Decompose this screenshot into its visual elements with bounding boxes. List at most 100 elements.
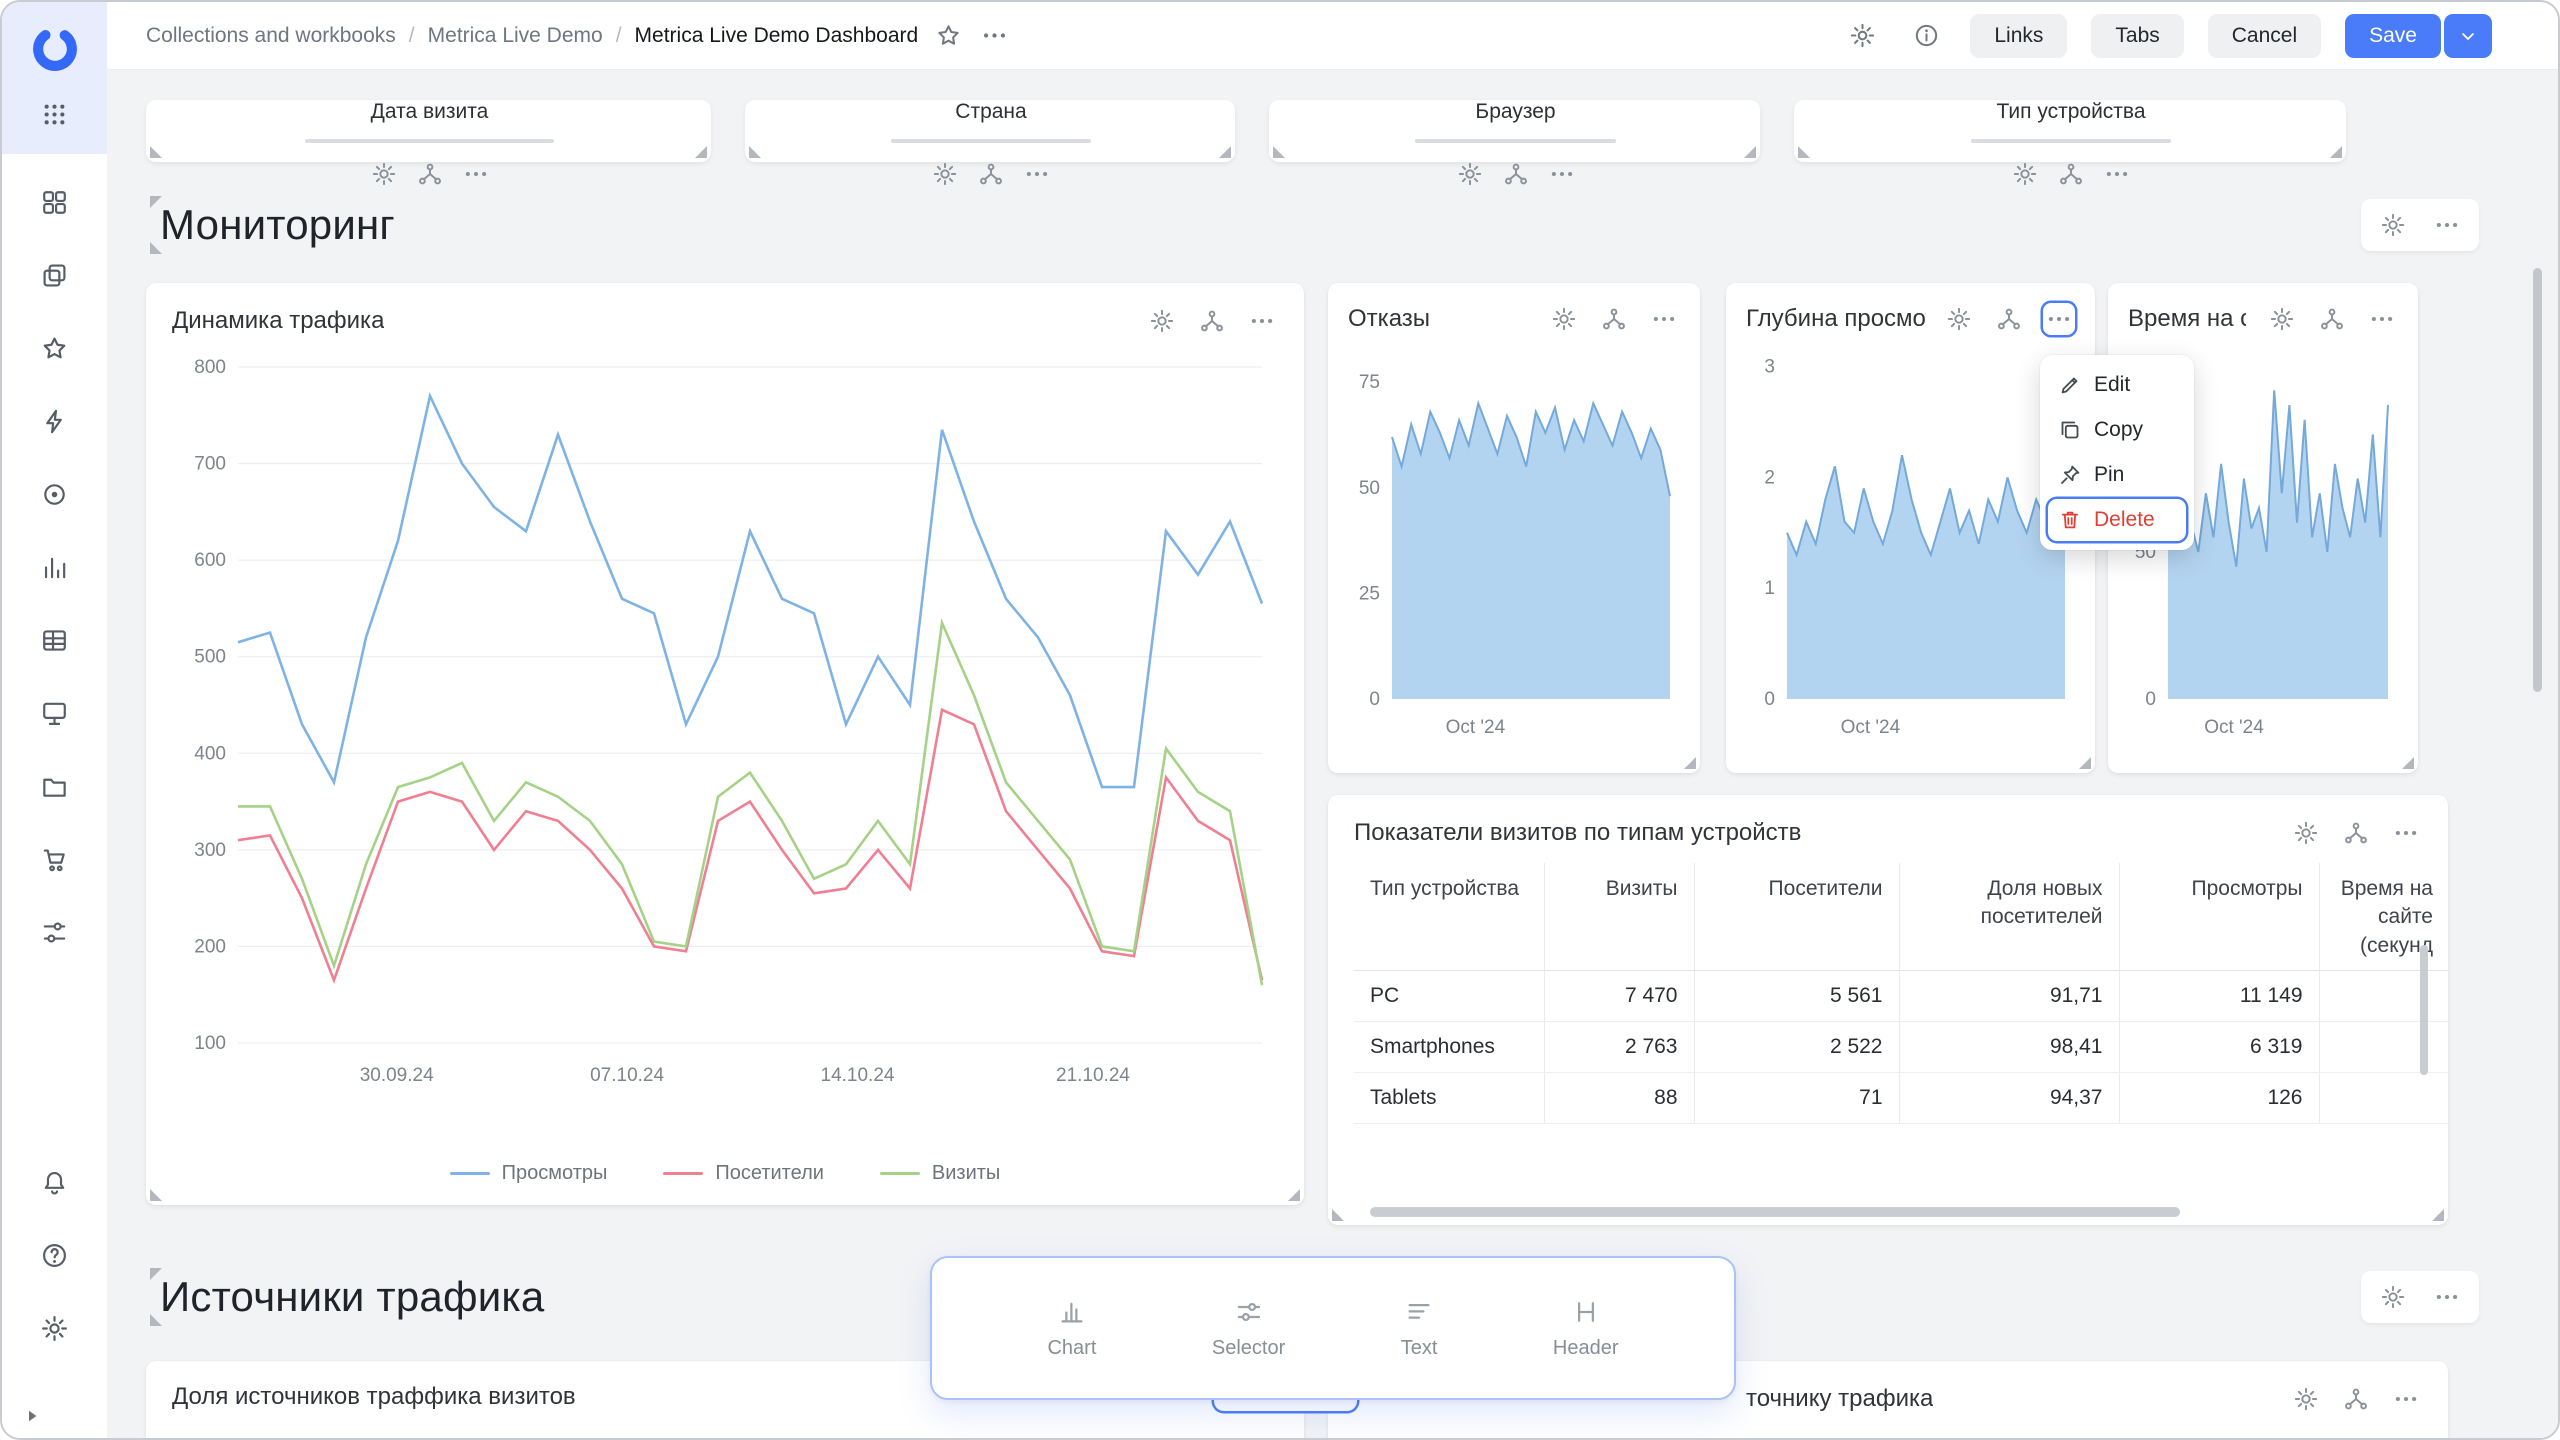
more-options-icon[interactable]	[460, 158, 492, 190]
resize-handle[interactable]	[1288, 1189, 1300, 1201]
horizontal-scrollbar[interactable]	[1370, 1207, 2180, 1217]
relations-icon[interactable]	[1500, 158, 1532, 190]
menu-item-delete[interactable]: Delete	[2048, 499, 2186, 541]
more-options-icon[interactable]	[1246, 305, 1278, 337]
breadcrumb-item[interactable]: Metrica Live Demo	[428, 24, 603, 48]
sidebar-monitoring-icon[interactable]	[31, 470, 79, 518]
dock-header-button[interactable]: Header	[1553, 1297, 1619, 1360]
resize-handle[interactable]	[150, 1189, 162, 1201]
links-button[interactable]: Links	[1970, 14, 2067, 58]
relations-icon[interactable]	[1993, 303, 2025, 335]
sidebar-datasets-icon[interactable]	[31, 616, 79, 664]
relations-icon[interactable]	[2340, 817, 2372, 849]
sidebar-charts-icon[interactable]	[31, 543, 79, 591]
legend-item[interactable]: Просмотры	[450, 1162, 608, 1185]
sidebar-collections-icon[interactable]	[31, 251, 79, 299]
gear-icon[interactable]	[2377, 209, 2409, 241]
gear-icon[interactable]	[368, 158, 400, 190]
more-options-icon[interactable]	[2043, 303, 2075, 335]
legend-item[interactable]: Визиты	[880, 1162, 1000, 1185]
resize-handle[interactable]	[2079, 757, 2091, 769]
gear-icon[interactable]	[1454, 158, 1486, 190]
info-icon[interactable]	[1906, 16, 1946, 56]
dock-chart-button[interactable]: Chart	[1047, 1297, 1096, 1360]
relations-icon[interactable]	[414, 158, 446, 190]
sidebar-help-icon[interactable]	[31, 1231, 79, 1279]
gear-icon[interactable]	[2266, 303, 2298, 335]
bounces-chart[interactable]: 0255075Oct '24	[1348, 341, 1680, 743]
resize-handle[interactable]	[1744, 146, 1756, 158]
resize-handle[interactable]	[150, 146, 162, 158]
resize-handle[interactable]	[150, 196, 162, 208]
more-options-icon[interactable]	[974, 16, 1014, 56]
table-header-cell[interactable]: Просмотры	[2119, 863, 2319, 971]
sidebar-presentations-icon[interactable]	[31, 689, 79, 737]
resize-handle[interactable]	[2402, 757, 2414, 769]
section-title-widget[interactable]: Источники трафика	[146, 1264, 570, 1330]
filter-value-box[interactable]: No selected values	[891, 139, 1092, 143]
relations-icon[interactable]	[1196, 305, 1228, 337]
tabs-button[interactable]: Tabs	[2091, 14, 2183, 58]
gear-icon[interactable]	[2377, 1281, 2409, 1313]
relations-icon[interactable]	[2055, 158, 2087, 190]
resize-handle[interactable]	[1332, 1209, 1344, 1221]
table-header-cell[interactable]: Визиты	[1544, 863, 1694, 971]
gear-icon[interactable]	[1146, 305, 1178, 337]
filter-value-box[interactable]: No selected values	[1415, 139, 1616, 143]
resize-handle[interactable]	[695, 146, 707, 158]
menu-item-copy[interactable]: Copy	[2048, 409, 2186, 451]
more-options-icon[interactable]	[2431, 209, 2463, 241]
more-options-icon[interactable]	[2101, 158, 2133, 190]
table-header-cell[interactable]: Тип устройства	[1354, 863, 1544, 971]
gear-icon[interactable]	[2290, 1383, 2322, 1415]
resize-handle[interactable]	[749, 146, 761, 158]
table-header-cell[interactable]: Доля новых посетителей	[1899, 863, 2119, 971]
gear-icon[interactable]	[929, 158, 961, 190]
more-options-icon[interactable]	[1021, 158, 1053, 190]
page-scrollbar[interactable]	[2533, 268, 2542, 692]
sidebar-services-icon[interactable]	[31, 908, 79, 956]
relations-icon[interactable]	[2340, 1383, 2372, 1415]
section-title-widget[interactable]: Мониторинг	[146, 192, 421, 258]
save-dropdown-chevron-icon[interactable]	[2444, 14, 2492, 58]
resize-handle[interactable]	[1219, 146, 1231, 158]
datalens-logo[interactable]	[28, 22, 82, 76]
vertical-scrollbar[interactable]	[2420, 945, 2428, 1075]
sidebar-actions-icon[interactable]	[31, 397, 79, 445]
more-options-icon[interactable]	[2390, 817, 2422, 849]
traffic-dynamics-chart[interactable]: 10020030040050060070080030.09.2407.10.24…	[174, 349, 1276, 1091]
resize-handle[interactable]	[2432, 1209, 2444, 1221]
sidebar-settings-icon[interactable]	[31, 1304, 79, 1352]
menu-item-pin[interactable]: Pin	[2048, 454, 2186, 496]
more-options-icon[interactable]	[2366, 303, 2398, 335]
sidebar-dashboards-icon[interactable]	[31, 178, 79, 226]
sidebar-expand-icon[interactable]	[20, 1404, 44, 1428]
sidebar-notifications-icon[interactable]	[31, 1158, 79, 1206]
relations-icon[interactable]	[2316, 303, 2348, 335]
more-options-icon[interactable]	[1648, 303, 1680, 335]
dock-text-button[interactable]: Text	[1401, 1297, 1438, 1360]
sidebar-storage-icon[interactable]	[31, 762, 79, 810]
more-options-icon[interactable]	[1546, 158, 1578, 190]
resize-handle[interactable]	[1273, 146, 1285, 158]
gear-icon[interactable]	[1943, 303, 1975, 335]
gear-icon[interactable]	[1548, 303, 1580, 335]
table-header-cell[interactable]: Время на сайте (секунд	[2319, 863, 2448, 971]
more-options-icon[interactable]	[2390, 1383, 2422, 1415]
relations-icon[interactable]	[1598, 303, 1630, 335]
gear-icon[interactable]	[2009, 158, 2041, 190]
resize-handle[interactable]	[150, 242, 162, 254]
sidebar-marketplace-icon[interactable]	[31, 835, 79, 883]
dock-selector-button[interactable]: Selector	[1212, 1297, 1285, 1360]
resize-handle[interactable]	[150, 1314, 162, 1326]
save-button[interactable]: Save	[2345, 14, 2441, 58]
resize-handle[interactable]	[150, 1268, 162, 1280]
table-header-cell[interactable]: Посетители	[1694, 863, 1899, 971]
resize-handle[interactable]	[2330, 146, 2342, 158]
settings-gear-icon[interactable]	[1842, 16, 1882, 56]
breadcrumb-item[interactable]: Collections and workbooks	[146, 24, 396, 48]
relations-icon[interactable]	[975, 158, 1007, 190]
sidebar-favorites-icon[interactable]	[31, 324, 79, 372]
filter-value-box[interactable]: No selected values	[1971, 139, 2172, 143]
filter-value-box[interactable]: 25.09.2024 - 26.10.2024	[305, 139, 555, 143]
